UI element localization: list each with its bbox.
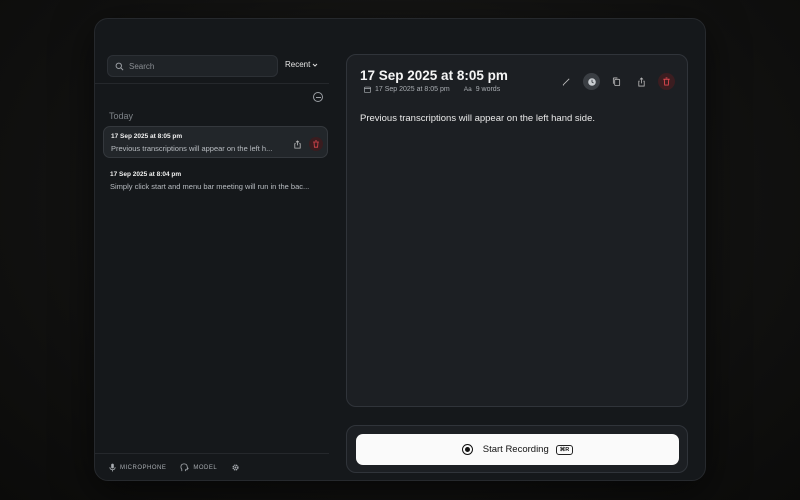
model-button[interactable]: MODEL <box>180 463 217 472</box>
history-button[interactable] <box>583 73 600 90</box>
divider <box>95 453 329 454</box>
chevron-down-icon <box>313 63 318 67</box>
item-title: 17 Sep 2025 at 8:04 pm <box>110 171 182 178</box>
meta-date-value: 17 Sep 2025 at 8:05 pm <box>375 86 450 93</box>
record-icon <box>461 444 473 455</box>
transcript-detail-panel: 17 Sep 2025 at 8:05 pm 17 Sep 2025 at 8:… <box>346 54 688 407</box>
calendar-icon <box>364 86 371 93</box>
minus-icon <box>315 96 321 98</box>
search-icon <box>115 62 124 70</box>
microphone-icon <box>109 463 116 472</box>
group-label-today: Today <box>109 111 134 121</box>
collapse-all-button[interactable] <box>313 92 323 102</box>
item-snippet: Simply click start and menu bar meeting … <box>110 182 310 191</box>
transcript-body: Previous transcriptions will appear on t… <box>360 113 595 124</box>
settings-button[interactable] <box>231 463 240 472</box>
share-button[interactable] <box>633 73 650 90</box>
copy-icon <box>612 77 621 86</box>
model-label: MODEL <box>193 464 218 471</box>
item-actions <box>291 137 323 151</box>
head-icon <box>180 463 190 472</box>
text-size-icon: Aa <box>463 86 472 93</box>
list-item[interactable]: 17 Sep 2025 at 8:04 pm Simply click star… <box>103 165 328 197</box>
microphone-button[interactable]: MICROPHONE <box>109 463 166 472</box>
search-input[interactable] <box>129 61 269 71</box>
share-button[interactable] <box>291 138 303 150</box>
sort-dropdown[interactable]: Recent <box>285 60 318 69</box>
transcript-title: 17 Sep 2025 at 8:05 pm <box>360 68 508 83</box>
record-panel: Start Recording ⌘R <box>346 425 688 473</box>
share-icon <box>293 139 301 149</box>
microphone-label: MICROPHONE <box>120 464 167 471</box>
trash-icon <box>663 77 670 86</box>
sidebar-footer: MICROPHONE MODEL <box>109 463 240 472</box>
meta-date: 17 Sep 2025 at 8:05 pm <box>364 86 450 93</box>
edit-button[interactable] <box>558 73 575 90</box>
copy-button[interactable] <box>608 73 625 90</box>
delete-button[interactable] <box>309 137 323 151</box>
start-recording-button[interactable]: Start Recording ⌘R <box>356 434 679 465</box>
meta-word-count: Aa 9 words <box>464 86 500 93</box>
pencil-icon <box>562 78 570 86</box>
transcript-actions <box>558 73 675 90</box>
record-label: Start Recording <box>482 444 549 455</box>
app-window: Recent Today 17 Sep 2025 at 8:05 pm Prev… <box>94 18 706 481</box>
word-count-value: 9 words <box>475 86 501 93</box>
trash-icon <box>313 140 319 148</box>
gear-icon <box>232 464 239 471</box>
transcript-meta: 17 Sep 2025 at 8:05 pm Aa 9 words <box>364 86 500 93</box>
clock-icon <box>587 77 596 86</box>
sidebar: Recent Today 17 Sep 2025 at 8:05 pm Prev… <box>95 19 335 480</box>
item-snippet: Previous transcriptions will appear on t… <box>111 144 273 153</box>
delete-button[interactable] <box>658 73 675 90</box>
list-item[interactable]: 17 Sep 2025 at 8:05 pm Previous transcri… <box>103 126 328 158</box>
divider <box>95 83 329 84</box>
search-field[interactable] <box>107 55 278 77</box>
sort-label: Recent <box>285 60 311 69</box>
share-icon <box>638 76 645 86</box>
shortcut-badge: ⌘R <box>555 444 574 455</box>
